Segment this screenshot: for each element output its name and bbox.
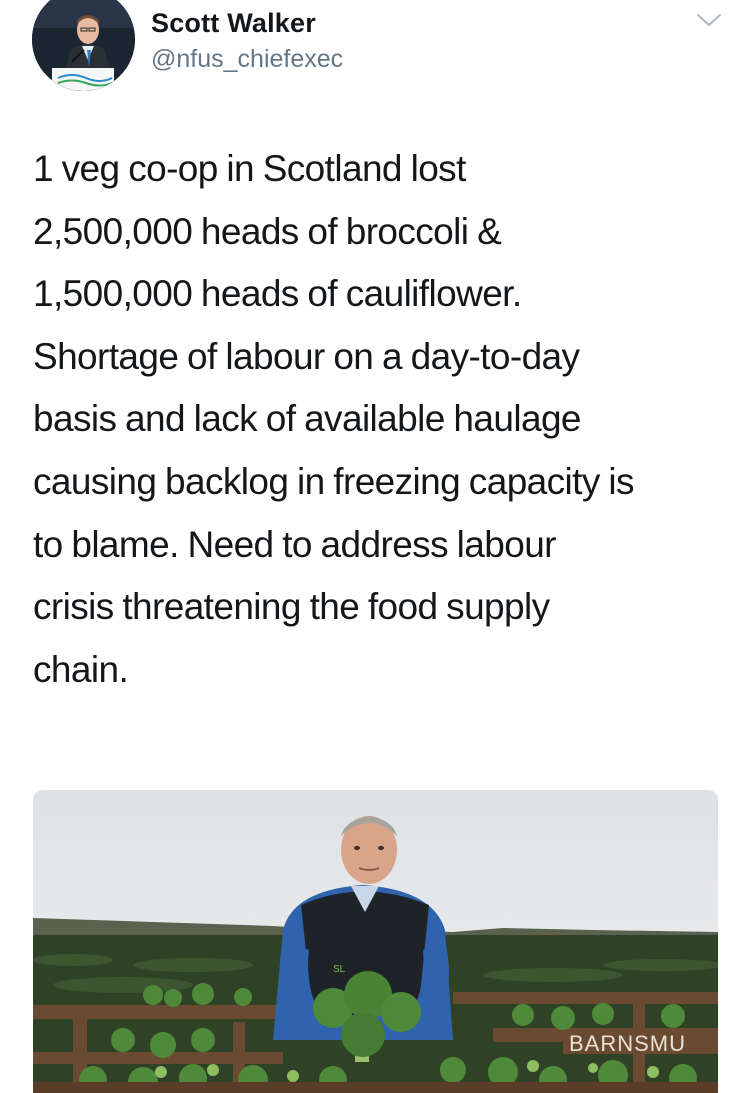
tweet-text-line: 2,500,000 heads of broccoli & — [33, 210, 502, 252]
tweet-text-line: chain. — [33, 648, 129, 690]
tweet-text: 1 veg co-op in Scotland lost 2,500,000 h… — [33, 138, 733, 701]
broccoli-field-photo: SL BARNSMU — [33, 790, 718, 1093]
tweet-photo[interactable]: SL BARNSMU — [33, 790, 718, 1093]
tweet-text-line: Shortage of labour on a day-to-day — [33, 335, 580, 377]
tweet-text-line: causing backlog in freezing capacity is — [33, 460, 635, 502]
jersey-logo: SL — [333, 964, 346, 975]
tweet-text-line: crisis threatening the food supply — [33, 586, 550, 628]
author-handle[interactable]: @nfus_chiefexec — [151, 45, 343, 74]
author-display-name[interactable]: Scott Walker — [151, 8, 316, 39]
crate-stencil: BARNSMU — [569, 1031, 686, 1056]
profile-photo-icon — [32, 0, 135, 91]
tweet-text-line: 1,500,000 heads of cauliflower. — [33, 273, 522, 315]
tweet-text-line: basis and lack of available haulage — [33, 398, 582, 440]
tweet-text-line: 1 veg co-op in Scotland lost — [33, 148, 466, 189]
tweet-text-line: to blame. Need to address labour — [33, 523, 557, 565]
avatar[interactable] — [32, 0, 135, 91]
chevron-down-icon[interactable] — [696, 10, 722, 30]
tweet: Scott Walker @nfus_chiefexec 1 veg co-op… — [0, 0, 750, 1093]
